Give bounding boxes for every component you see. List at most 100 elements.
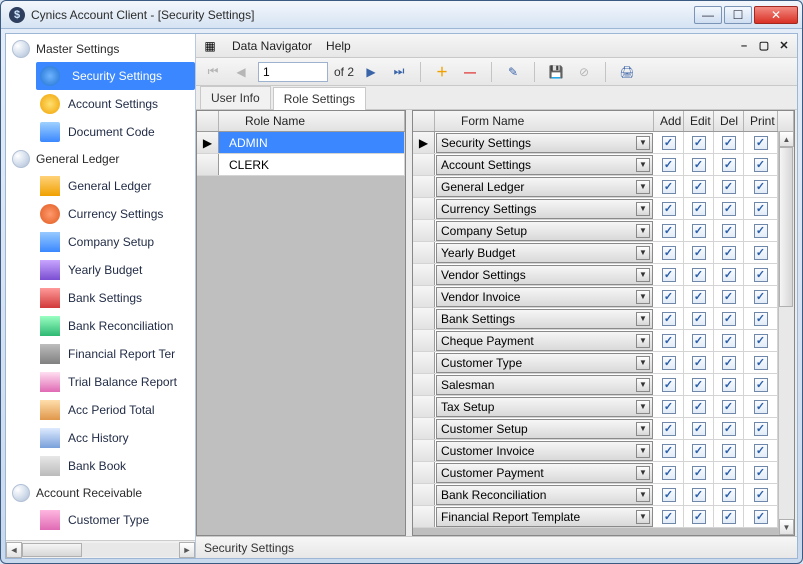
form-name-cell[interactable]: Cheque Payment▼ <box>435 330 654 351</box>
nav-last-button[interactable]: ⏭ <box>388 61 410 83</box>
checkbox-cell[interactable]: ✓ <box>654 220 684 241</box>
checkbox-cell[interactable]: ✓ <box>714 352 744 373</box>
form-name-cell[interactable]: Bank Settings▼ <box>435 308 654 329</box>
chevron-down-icon[interactable]: ▼ <box>636 180 650 194</box>
sidebar-item[interactable]: Acc Period Total <box>6 396 195 424</box>
checkbox-cell[interactable]: ✓ <box>744 418 778 439</box>
row-selector[interactable] <box>413 462 435 483</box>
checkbox-cell[interactable]: ✓ <box>744 308 778 329</box>
form-name-cell[interactable]: Customer Invoice▼ <box>435 440 654 461</box>
checkbox-cell[interactable]: ✓ <box>714 506 744 527</box>
sidebar-item[interactable]: Currency Settings <box>6 200 195 228</box>
checkbox-cell[interactable]: ✓ <box>744 198 778 219</box>
form-name-combo[interactable]: Bank Reconciliation▼ <box>436 485 653 505</box>
checkbox-cell[interactable]: ✓ <box>684 440 714 461</box>
form-row[interactable]: Yearly Budget▼✓✓✓✓ <box>413 242 778 264</box>
form-name-combo[interactable]: Salesman▼ <box>436 375 653 395</box>
checkbox-cell[interactable]: ✓ <box>714 484 744 505</box>
row-selector[interactable] <box>413 198 435 219</box>
row-selector[interactable] <box>413 220 435 241</box>
sidebar-item[interactable]: Bank Reconciliation <box>6 312 195 340</box>
chevron-down-icon[interactable]: ▼ <box>636 334 650 348</box>
chevron-down-icon[interactable]: ▼ <box>636 224 650 238</box>
checkbox-cell[interactable]: ✓ <box>684 462 714 483</box>
form-name-combo[interactable]: Vendor Settings▼ <box>436 265 653 285</box>
form-header-del[interactable]: Del <box>714 111 744 131</box>
form-name-cell[interactable]: Currency Settings▼ <box>435 198 654 219</box>
form-name-cell[interactable]: Vendor Invoice▼ <box>435 286 654 307</box>
checkbox-cell[interactable]: ✓ <box>684 308 714 329</box>
tab-role-settings[interactable]: Role Settings <box>273 87 366 110</box>
row-selector[interactable] <box>413 154 435 175</box>
checkbox-cell[interactable]: ✓ <box>654 198 684 219</box>
checkbox-cell[interactable]: ✓ <box>714 264 744 285</box>
checkbox-cell[interactable]: ✓ <box>684 374 714 395</box>
checkbox-cell[interactable]: ✓ <box>654 264 684 285</box>
row-selector[interactable] <box>413 440 435 461</box>
checkbox-cell[interactable]: ✓ <box>654 462 684 483</box>
checkbox-cell[interactable]: ✓ <box>744 264 778 285</box>
chevron-down-icon[interactable]: ▼ <box>636 202 650 216</box>
scroll-up-icon[interactable]: ▲ <box>779 131 794 147</box>
checkbox-cell[interactable]: ✓ <box>714 418 744 439</box>
checkbox-cell[interactable]: ✓ <box>714 198 744 219</box>
form-header-name[interactable]: Form Name <box>435 111 654 131</box>
form-name-cell[interactable]: Customer Setup▼ <box>435 418 654 439</box>
form-name-combo[interactable]: Customer Setup▼ <box>436 419 653 439</box>
checkbox-cell[interactable]: ✓ <box>714 132 744 153</box>
form-header-edit[interactable]: Edit <box>684 111 714 131</box>
form-row[interactable]: Customer Type▼✓✓✓✓ <box>413 352 778 374</box>
checkbox-cell[interactable]: ✓ <box>654 132 684 153</box>
form-name-combo[interactable]: Bank Settings▼ <box>436 309 653 329</box>
form-name-combo[interactable]: Vendor Invoice▼ <box>436 287 653 307</box>
checkbox-cell[interactable]: ✓ <box>654 176 684 197</box>
scroll-down-icon[interactable]: ▼ <box>779 519 794 535</box>
role-name-cell[interactable]: ADMIN <box>219 132 405 153</box>
checkbox-cell[interactable]: ✓ <box>654 330 684 351</box>
sidebar-item[interactable]: Security Settings <box>36 62 195 90</box>
form-name-cell[interactable]: Customer Payment▼ <box>435 462 654 483</box>
row-selector[interactable] <box>413 418 435 439</box>
checkbox-cell[interactable]: ✓ <box>744 484 778 505</box>
checkbox-cell[interactable]: ✓ <box>744 242 778 263</box>
row-selector[interactable] <box>413 396 435 417</box>
chevron-down-icon[interactable]: ▼ <box>636 510 650 524</box>
form-row[interactable]: General Ledger▼✓✓✓✓ <box>413 176 778 198</box>
checkbox-cell[interactable]: ✓ <box>684 396 714 417</box>
form-row[interactable]: Bank Reconciliation▼✓✓✓✓ <box>413 484 778 506</box>
form-header-print[interactable]: Print <box>744 111 778 131</box>
row-selector[interactable] <box>413 330 435 351</box>
checkbox-cell[interactable]: ✓ <box>684 352 714 373</box>
nav-edit-button[interactable]: ✎ <box>502 61 524 83</box>
role-grid-header[interactable]: Role Name <box>219 111 405 131</box>
checkbox-cell[interactable]: ✓ <box>684 484 714 505</box>
checkbox-cell[interactable]: ✓ <box>744 176 778 197</box>
form-name-cell[interactable]: Account Settings▼ <box>435 154 654 175</box>
form-name-combo[interactable]: Customer Type▼ <box>436 353 653 373</box>
checkbox-cell[interactable]: ✓ <box>684 198 714 219</box>
checkbox-cell[interactable]: ✓ <box>714 176 744 197</box>
form-row[interactable]: Vendor Settings▼✓✓✓✓ <box>413 264 778 286</box>
sidebar-item[interactable]: Bank Settings <box>6 284 195 312</box>
sidebar-group-header[interactable]: Account Receivable <box>6 480 195 506</box>
nav-first-button[interactable]: ⏮ <box>202 61 224 83</box>
sidebar-item[interactable]: Document Code <box>6 118 195 146</box>
form-name-cell[interactable]: Financial Report Template▼ <box>435 506 654 527</box>
checkbox-cell[interactable]: ✓ <box>654 506 684 527</box>
tab-user-info[interactable]: User Info <box>200 86 271 109</box>
sidebar-item[interactable]: Trial Balance Report <box>6 368 195 396</box>
chevron-down-icon[interactable]: ▼ <box>636 444 650 458</box>
form-name-combo[interactable]: Cheque Payment▼ <box>436 331 653 351</box>
row-selector[interactable] <box>413 352 435 373</box>
nav-delete-button[interactable]: — <box>459 61 481 83</box>
nav-prev-button[interactable]: ◀ <box>230 61 252 83</box>
chevron-down-icon[interactable]: ▼ <box>636 488 650 502</box>
sidebar-item[interactable]: Customer Type <box>6 506 195 534</box>
sidebar-item[interactable]: Acc History <box>6 424 195 452</box>
form-name-combo[interactable]: Currency Settings▼ <box>436 199 653 219</box>
checkbox-cell[interactable]: ✓ <box>744 154 778 175</box>
checkbox-cell[interactable]: ✓ <box>654 242 684 263</box>
row-selector[interactable] <box>197 154 219 175</box>
chevron-down-icon[interactable]: ▼ <box>636 246 650 260</box>
chevron-down-icon[interactable]: ▼ <box>636 136 650 150</box>
